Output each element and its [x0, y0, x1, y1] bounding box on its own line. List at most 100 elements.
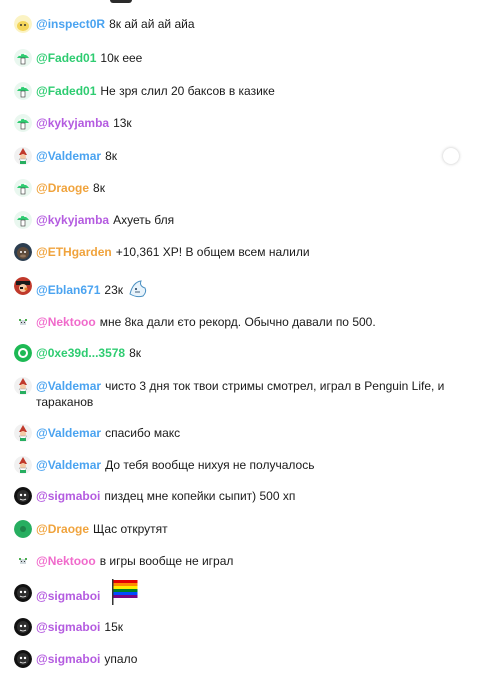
avatar[interactable] [14, 179, 32, 197]
avatar[interactable] [14, 520, 32, 538]
username-link[interactable]: @inspect0R [36, 17, 105, 31]
chat-message: @kykyjamba 13к [14, 114, 454, 132]
username-link[interactable]: @kykyjamba [36, 213, 109, 227]
username-link[interactable]: @sigmaboi [36, 489, 100, 503]
username-link[interactable]: @0xe39d...3578 [36, 346, 125, 360]
avatar[interactable] [14, 114, 32, 132]
message-body: @Faded01 10к еее [36, 50, 142, 66]
chat-message: @0xe39d...3578 8к [14, 344, 454, 362]
chat-message: @Nektooo мне 8ка дали єто рекорд. Обычно … [14, 313, 454, 331]
username-link[interactable]: @Faded01 [36, 84, 96, 98]
message-text: 23к [104, 283, 124, 298]
message-text: Не зря слил 20 баксов в казике [100, 84, 275, 98]
chat-message: @Draoge Щас открутят [14, 520, 454, 538]
message-text: 10к еее [100, 51, 143, 65]
message-body: @inspect0R 8к ай ай ай айа [36, 16, 195, 32]
avatar[interactable] [14, 650, 32, 668]
rainbow-flag-icon [110, 577, 140, 609]
username-link[interactable]: @Valdemar [36, 458, 101, 472]
chat-message: @Eblan671 23к [14, 277, 454, 304]
message-body: @Valdemar чисто 3 дня ток твои стримы смо… [36, 378, 454, 410]
avatar[interactable] [14, 552, 32, 570]
shark-sticker-icon [127, 278, 149, 304]
message-text: в игры вообще не играл [99, 554, 234, 568]
message-body: @Eblan671 23к [36, 278, 149, 304]
message-body: @sigmaboi 15к [36, 619, 123, 635]
message-body: @kykyjamba 13к [36, 115, 132, 131]
chat-message: @kykyjamba Ахуеть бля [14, 211, 454, 229]
username-link[interactable]: @Draoge [36, 181, 89, 195]
avatar[interactable] [14, 15, 32, 33]
message-text: пиздец мне копейки сыпит) 500 хп [104, 489, 296, 503]
chat-message: @Faded01 10к еее [14, 49, 454, 67]
avatar[interactable] [14, 424, 32, 442]
chat-message: @Draoge 8к [14, 179, 454, 197]
avatar[interactable] [14, 377, 32, 395]
avatar[interactable] [14, 49, 32, 67]
message-text: упало [104, 652, 138, 666]
avatar[interactable] [14, 456, 32, 474]
message-body: @sigmaboi упало [36, 651, 137, 667]
message-text: Ахуеть бля [113, 213, 175, 227]
username-link[interactable]: @Nektooo [36, 315, 96, 329]
message-body: @Valdemar 8к [36, 148, 117, 164]
message-text: 13к [113, 116, 132, 130]
message-body: @kykyjamba Ахуеть бля [36, 212, 174, 228]
username-link[interactable]: @Valdemar [36, 426, 101, 440]
username-link[interactable]: @sigmaboi [36, 620, 100, 634]
message-body: @sigmaboi [36, 579, 140, 609]
message-body: @Valdemar До тебя вообще нихуя не получал… [36, 457, 314, 473]
username-link[interactable]: @Nektooo [36, 554, 96, 568]
chat-message: @inspect0R 8к ай ай ай айа [14, 15, 454, 33]
message-text: мне 8ка дали єто рекорд. Обычно давали п… [99, 315, 376, 329]
chat-message: @ETHgarden +10,361 XP! В общем всем налил… [14, 243, 454, 261]
avatar[interactable] [14, 584, 32, 602]
username-link[interactable]: @Valdemar [36, 379, 101, 393]
avatar[interactable] [14, 147, 32, 165]
message-body: @sigmaboi пиздец мне копейки сыпит) 500 х… [36, 488, 295, 504]
message-text: 8к [129, 346, 142, 360]
avatar[interactable] [14, 344, 32, 362]
chat-message: @sigmaboi упало [14, 650, 454, 668]
chat-message: @sigmaboi [14, 579, 454, 609]
username-link[interactable]: @Draoge [36, 522, 89, 536]
chat-message: @Faded01 Не зря слил 20 баксов в казике [14, 82, 454, 100]
username-link[interactable]: @Eblan671 [36, 283, 100, 297]
chat-message: @Nektooo в игры вообще не играл [14, 552, 454, 570]
top-edge-fragment [110, 0, 132, 3]
chat-message: @Valdemar 8к [14, 147, 454, 165]
chat-message: @sigmaboi пиздец мне копейки сыпит) 500 х… [14, 487, 454, 505]
chat-message: @Valdemar спасибо макс [14, 424, 454, 442]
message-body: @Nektooo в игры вообще не играл [36, 553, 233, 569]
message-body: @Draoge Щас открутят [36, 521, 168, 537]
chat-message: @Valdemar До тебя вообще нихуя не получал… [14, 456, 454, 474]
avatar[interactable] [14, 313, 32, 331]
message-text: 15к [104, 620, 123, 634]
message-text: 8к [93, 181, 105, 195]
username-link[interactable]: @sigmaboi [36, 652, 100, 666]
avatar[interactable] [14, 243, 32, 261]
username-link[interactable]: @Valdemar [36, 149, 101, 163]
message-text: спасибо макс [105, 426, 181, 440]
username-link[interactable]: @Faded01 [36, 51, 96, 65]
message-text: Щас открутят [93, 522, 168, 536]
username-link[interactable]: @sigmaboi [36, 589, 100, 603]
avatar[interactable] [14, 487, 32, 505]
message-text: До тебя вообще нихуя не получалось [105, 458, 315, 472]
username-link[interactable]: @ETHgarden [36, 245, 112, 259]
message-body: @Draoge 8к [36, 180, 105, 196]
avatar[interactable] [14, 277, 32, 295]
chat-message: @sigmaboi 15к [14, 618, 454, 636]
message-body: @Faded01 Не зря слил 20 баксов в казике [36, 83, 275, 99]
message-text: 8к ай ай ай айа [109, 17, 195, 31]
message-body: @Valdemar спасибо макс [36, 425, 180, 441]
message-body: @0xe39d...3578 8к [36, 345, 141, 361]
username-link[interactable]: @kykyjamba [36, 116, 109, 130]
avatar[interactable] [14, 618, 32, 636]
message-body: @Nektooo мне 8ка дали єто рекорд. Обычно … [36, 314, 376, 330]
avatar[interactable] [14, 82, 32, 100]
message-text: +10,361 XP! В общем всем налили [115, 245, 310, 259]
avatar[interactable] [14, 211, 32, 229]
message-body: @ETHgarden +10,361 XP! В общем всем налил… [36, 244, 310, 260]
chat-message: @Valdemar чисто 3 дня ток твои стримы смо… [14, 377, 454, 410]
